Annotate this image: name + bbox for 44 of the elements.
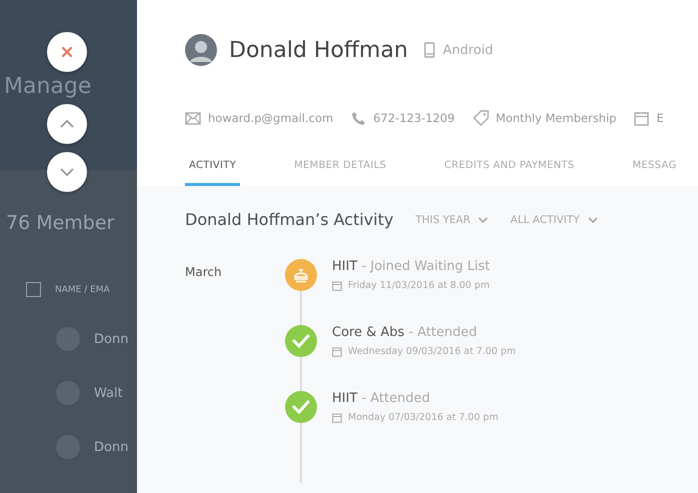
month-label: March <box>185 264 223 281</box>
event-date: Monday 07/03/2016 at 7.00 pm <box>348 412 498 423</box>
tab[interactable]: CREDITS AND PAYMENTS <box>440 150 578 186</box>
tag-icon <box>472 110 489 126</box>
tab[interactable]: MESSAG <box>628 150 680 186</box>
check-status-icon <box>285 325 317 357</box>
contact-text: E <box>656 111 664 125</box>
event-title: HIIT - Joined Waiting List <box>332 259 490 274</box>
activity-title: Donald Hoffman’s Activity <box>185 210 394 229</box>
chevron-down-icon <box>60 168 74 176</box>
member-name: Walt <box>94 386 123 400</box>
calendar-icon <box>332 280 342 290</box>
chevron-up-icon <box>60 120 74 128</box>
device-label: Android <box>442 42 494 58</box>
tab[interactable]: MEMBER DETAILS <box>290 150 390 186</box>
calendar-icon <box>634 110 650 126</box>
avatar-icon <box>185 34 217 66</box>
member-name: Donald Hoffman <box>229 38 408 62</box>
check-status-icon <box>285 391 317 423</box>
chevron-down-icon <box>588 216 598 222</box>
event-title: HIIT - Attended <box>332 391 431 406</box>
contact-text: 672-123-1209 <box>373 111 455 125</box>
member-name: Donn <box>94 440 128 454</box>
phone-device-icon <box>424 42 435 58</box>
chevron-down-icon <box>478 216 488 222</box>
event-date: Friday 11/03/2016 at 8.00 pm <box>348 280 490 291</box>
page-title: Manage <box>3 74 92 100</box>
bell-status-icon <box>285 259 317 291</box>
filter-dropdown[interactable]: THIS YEAR <box>415 214 488 226</box>
event-date: Wednesday 09/03/2016 at 7.00 pm <box>348 346 516 357</box>
calendar-icon <box>332 346 342 356</box>
event-title: Core & Abs - Attended <box>332 325 478 340</box>
mail-icon <box>185 112 201 124</box>
calendar-icon <box>332 412 342 422</box>
member-name: Donn <box>94 332 128 346</box>
members-heading: 76 Member <box>6 212 116 234</box>
next-button[interactable] <box>47 152 87 192</box>
close-icon <box>61 46 73 58</box>
column-header: NAME / EMA <box>55 284 110 294</box>
contact-text: howard.p@gmail.com <box>208 111 334 125</box>
filter-dropdown[interactable]: ALL ACTIVITY <box>510 214 598 226</box>
contact-text: Monthly Membership <box>496 111 616 125</box>
tab[interactable]: ACTIVITY <box>185 150 240 186</box>
phone-icon <box>351 110 366 126</box>
